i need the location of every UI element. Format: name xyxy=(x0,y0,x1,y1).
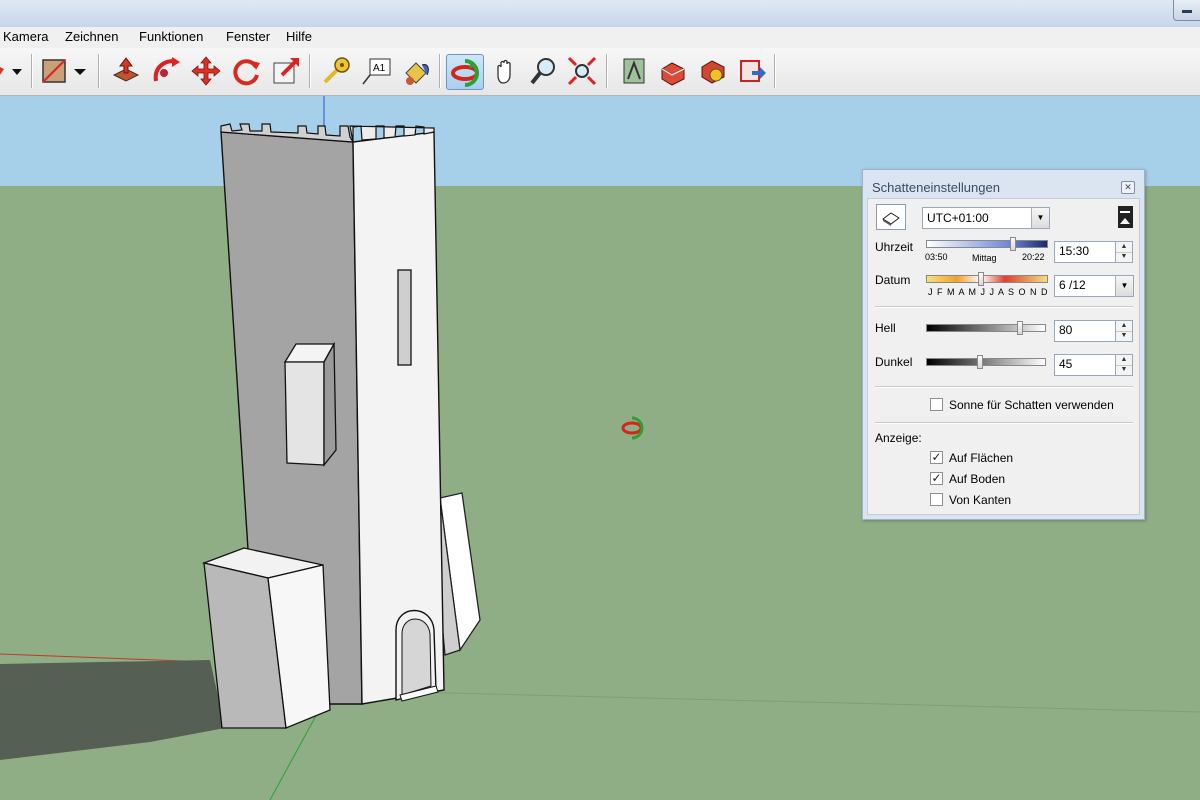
divider xyxy=(875,306,1133,308)
time-input[interactable]: 15:30 xyxy=(1054,241,1116,263)
toolbar: A1 xyxy=(0,48,1200,96)
date-dropdown[interactable]: 6 /12 ▼ xyxy=(1054,275,1134,297)
door-inner xyxy=(401,618,432,696)
from-edges-checkbox[interactable] xyxy=(930,493,943,506)
push-pull-icon[interactable] xyxy=(110,55,142,87)
divider xyxy=(875,386,1133,388)
expand-panel-button[interactable] xyxy=(1118,206,1133,228)
divider xyxy=(875,422,1133,424)
menu-item-hilfe[interactable]: Hilfe xyxy=(286,29,312,44)
time-slider[interactable] xyxy=(926,240,1048,248)
close-icon: ✕ xyxy=(1124,182,1132,192)
follow-me-icon[interactable] xyxy=(150,55,182,87)
time-noon-label: Mittag xyxy=(972,253,997,263)
dialog-body: UTC+01:00 ▼ Uhrzeit 03:50 Mittag 20:22 1… xyxy=(867,198,1140,515)
spin-down-icon[interactable]: ▼ xyxy=(1116,365,1132,375)
dropdown-icon[interactable] xyxy=(68,55,92,87)
light-label: Hell xyxy=(875,321,896,335)
date-value: 6 /12 xyxy=(1059,278,1086,292)
zoom-icon[interactable] xyxy=(528,55,560,87)
use-sun-label: Sonne für Schatten verwenden xyxy=(949,398,1114,412)
orbit-icon xyxy=(451,59,479,87)
menu-item-zeichnen[interactable]: Zeichnen xyxy=(65,29,118,44)
toolbar-separator xyxy=(98,54,100,88)
date-slider[interactable] xyxy=(926,275,1048,283)
bay-window-side xyxy=(323,341,337,467)
on-ground-label: Auf Boden xyxy=(949,472,1006,486)
tape-measure-icon[interactable] xyxy=(320,55,352,87)
toolbar-separator xyxy=(309,54,311,88)
share-model-icon[interactable] xyxy=(696,55,728,87)
send-to-layout-icon[interactable] xyxy=(736,55,768,87)
toolbar-separator xyxy=(774,54,776,88)
svg-text:A1: A1 xyxy=(373,63,386,74)
dark-input[interactable]: 45 xyxy=(1054,354,1116,376)
bay-window-front xyxy=(284,361,325,466)
light-slider-thumb[interactable] xyxy=(1017,321,1024,335)
date-label: Datum xyxy=(875,273,911,287)
previous-view-icon[interactable] xyxy=(618,55,650,87)
dialog-title: Schatteneinstellungen xyxy=(872,180,1000,195)
dark-value: 45 xyxy=(1059,357,1073,371)
on-faces-label: Auf Flächen xyxy=(949,451,1014,465)
display-label: Anzeige: xyxy=(875,431,922,445)
light-slider[interactable] xyxy=(926,324,1046,332)
date-slider-thumb[interactable] xyxy=(978,272,985,286)
chevron-down-icon: ▼ xyxy=(1115,276,1133,296)
tower-window xyxy=(397,269,412,366)
window-titlebar xyxy=(0,0,1200,28)
expand-icon xyxy=(1120,211,1130,213)
toolbar-separator xyxy=(31,54,33,88)
on-faces-checkbox[interactable]: ✓ xyxy=(930,451,943,464)
menu-bar: Kamera Zeichnen Funktionen Fenster Hilfe xyxy=(0,27,1200,48)
toolbar-separator xyxy=(606,54,608,88)
dark-label: Dunkel xyxy=(875,355,913,369)
chevron-down-icon: ▼ xyxy=(1031,208,1049,228)
dropdown-icon[interactable] xyxy=(0,55,30,87)
time-label: Uhrzeit xyxy=(875,240,914,254)
text-icon[interactable]: A1 xyxy=(360,55,392,87)
from-edges-label: Von Kanten xyxy=(949,493,1012,507)
toolbar-separator xyxy=(439,54,441,88)
light-value: 80 xyxy=(1059,323,1073,337)
timezone-value: UTC+01:00 xyxy=(927,211,989,225)
time-slider-thumb[interactable] xyxy=(1009,237,1016,251)
shadow-toggle-icon xyxy=(882,212,900,226)
expand-arrow-icon xyxy=(1120,218,1130,224)
paint-bucket-icon[interactable] xyxy=(400,55,432,87)
pan-icon[interactable] xyxy=(490,55,522,87)
get-models-icon[interactable] xyxy=(656,55,688,87)
scale-icon[interactable] xyxy=(270,55,302,87)
time-value: 15:30 xyxy=(1059,244,1090,258)
dark-spinner[interactable]: ▲ ▼ xyxy=(1116,354,1133,376)
time-spinner[interactable]: ▲ ▼ xyxy=(1116,241,1133,263)
rotate-icon[interactable] xyxy=(230,55,262,87)
date-months-label: J F M A M J J A S O N D xyxy=(928,287,1049,297)
shadow-toggle-button[interactable] xyxy=(876,204,906,230)
section-plane-icon[interactable] xyxy=(38,55,70,87)
zoom-extents-icon[interactable] xyxy=(566,55,598,87)
on-ground-checkbox[interactable]: ✓ xyxy=(930,472,943,485)
menu-item-funktionen[interactable]: Funktionen xyxy=(139,29,203,44)
use-sun-checkbox[interactable] xyxy=(930,398,943,411)
spin-down-icon[interactable]: ▼ xyxy=(1116,252,1132,262)
time-end-label: 20:22 xyxy=(1022,252,1045,262)
timezone-dropdown[interactable]: UTC+01:00 ▼ xyxy=(922,207,1050,229)
menu-item-kamera[interactable]: Kamera xyxy=(3,29,49,44)
light-spinner[interactable]: ▲ ▼ xyxy=(1116,320,1133,342)
dark-slider-thumb[interactable] xyxy=(977,355,984,369)
shadow-settings-dialog: Schatteneinstellungen ✕ UTC+01:00 ▼ Uhrz… xyxy=(862,169,1145,520)
orbit-button[interactable] xyxy=(446,54,484,90)
light-input[interactable]: 80 xyxy=(1054,320,1116,342)
time-start-label: 03:50 xyxy=(925,252,948,262)
spin-down-icon[interactable]: ▼ xyxy=(1116,331,1132,341)
minimize-button[interactable] xyxy=(1173,0,1200,21)
menu-item-fenster[interactable]: Fenster xyxy=(226,29,270,44)
dark-slider[interactable] xyxy=(926,358,1046,366)
close-button[interactable]: ✕ xyxy=(1121,181,1135,194)
move-icon[interactable] xyxy=(190,55,222,87)
minimize-icon xyxy=(1182,10,1192,13)
